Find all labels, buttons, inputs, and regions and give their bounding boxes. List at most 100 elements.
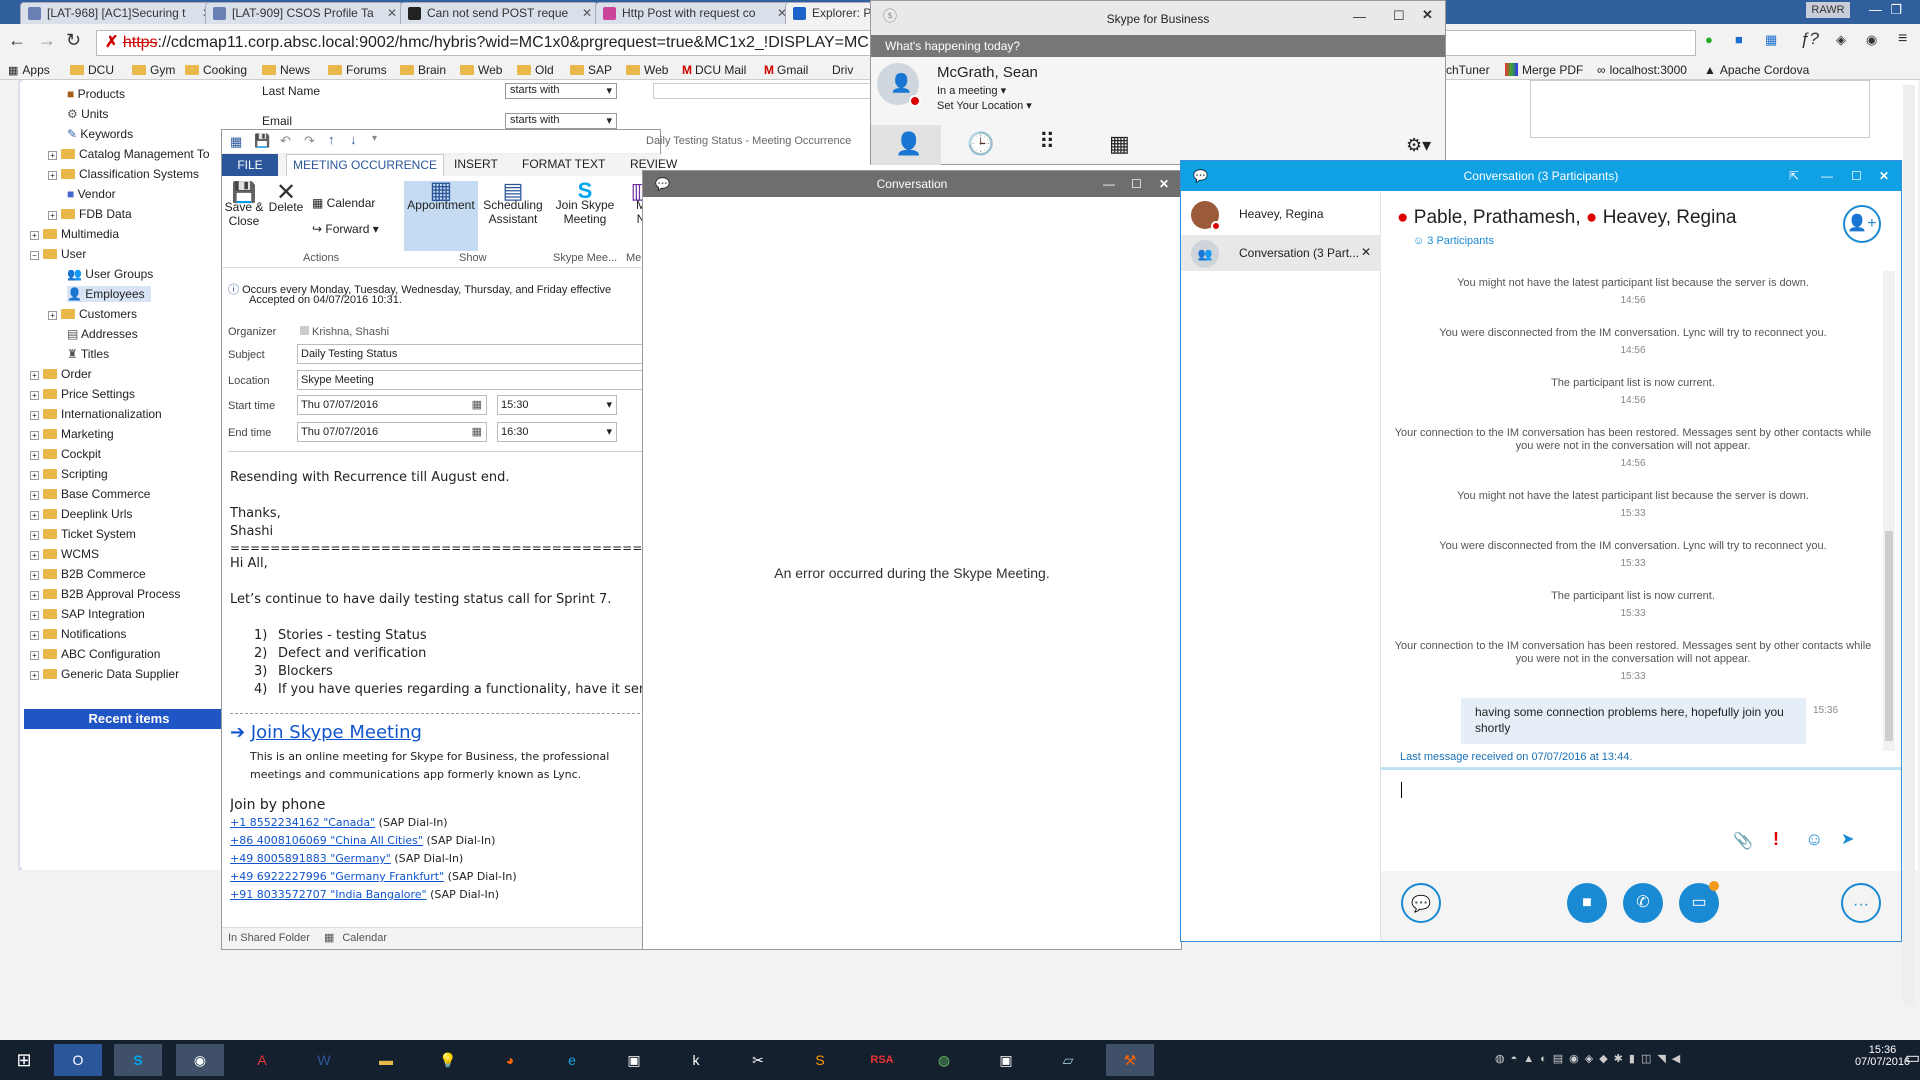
firefox-taskbar-icon[interactable]: ◕ <box>486 1044 534 1076</box>
expand-icon[interactable]: + <box>48 211 57 220</box>
redo-icon[interactable]: ↷ <box>304 133 315 149</box>
cmd-taskbar-icon[interactable]: ▣ <box>610 1044 658 1076</box>
meeting-body[interactable]: Resending with Recurrence till August en… <box>230 455 655 915</box>
bookmark-folder[interactable]: Old <box>517 62 554 78</box>
video-button[interactable]: ■ <box>1567 883 1607 923</box>
join-skype-meeting-button[interactable]: S Join Skype Meeting <box>552 180 618 227</box>
bookmark-folder[interactable]: SAP <box>570 62 612 78</box>
tree-item[interactable]: ▤ Addresses <box>67 326 138 342</box>
expand-icon[interactable]: + <box>30 411 39 420</box>
network-tool-taskbar-icon[interactable]: ◍ <box>920 1044 968 1076</box>
extension-icon[interactable]: ▦ <box>1765 32 1777 48</box>
forward-icon[interactable]: → <box>38 30 56 51</box>
whats-happening-input[interactable]: What's happening today? <box>871 35 1445 57</box>
end-time-field[interactable]: 16:30 ▾ <box>497 422 617 442</box>
tree-item[interactable]: + B2B Approval Process <box>30 586 180 602</box>
tree-item[interactable]: ✎ Keywords <box>67 126 133 142</box>
history-icon[interactable]: 🕒 <box>967 131 994 157</box>
bookmark-folder[interactable]: Forums <box>328 62 387 78</box>
browser-tab-active[interactable]: Explorer: Pro <box>785 2 875 24</box>
dropdown-arrow-icon[interactable]: ▾ <box>606 396 612 414</box>
appointment-button[interactable]: ▦ Appointment <box>404 179 478 251</box>
customize-icon[interactable]: ▾ <box>372 133 377 144</box>
expand-icon[interactable]: + <box>30 671 39 680</box>
send-icon[interactable]: ➤ <box>1841 829 1854 849</box>
end-date-field[interactable]: Thu 07/07/2016 ▦ <box>297 422 487 442</box>
expand-icon[interactable]: + <box>30 511 39 520</box>
start-date-field[interactable]: Thu 07/07/2016 ▦ <box>297 395 487 415</box>
close-icon[interactable]: ✕ <box>1879 161 1889 191</box>
tree-item[interactable]: ♜ Titles <box>67 346 109 362</box>
importance-icon[interactable]: ! <box>1773 829 1779 850</box>
tab-close-icon[interactable]: ✕ <box>582 3 592 23</box>
browser-tab[interactable]: [LAT-968] [AC1]Securing t✕ <box>20 2 218 24</box>
chrome-taskbar-icon[interactable]: ◉ <box>176 1044 224 1076</box>
bookmark-gmail[interactable]: M Gmail <box>764 62 808 78</box>
expand-icon[interactable]: + <box>48 151 57 160</box>
browser-minimize-icon[interactable]: — <box>1869 2 1882 17</box>
status-dropdown[interactable]: In a meeting ▾ <box>937 84 1006 97</box>
join-skype-meeting-link[interactable]: Join Skype Meeting <box>251 722 422 743</box>
extension-icon[interactable]: ◉ <box>1866 32 1877 48</box>
collapse-icon[interactable]: − <box>30 251 39 260</box>
tree-item[interactable]: + Generic Data Supplier <box>30 666 179 682</box>
bookmark-folder[interactable]: News <box>262 62 310 78</box>
clock[interactable]: 15:36 07/07/2016 <box>1855 1044 1910 1068</box>
tree-item[interactable]: + Classification Systems <box>48 166 199 182</box>
tree-item[interactable]: + Customers <box>48 306 137 322</box>
browser-tab[interactable]: Http Post with request co ✕ <box>595 2 793 24</box>
bookmark-merge-pdf[interactable]: Merge PDF <box>1505 62 1583 78</box>
tab-close-icon[interactable]: ✕ <box>387 3 397 23</box>
back-icon[interactable]: ← <box>8 30 26 51</box>
dropdown-arrow-icon[interactable]: ▾ <box>606 423 612 441</box>
tree-item[interactable]: + WCMS <box>30 546 99 562</box>
phone-link[interactable]: +49 6922227996 "Germany Frankfurt" <box>230 870 444 883</box>
up-arrow-icon[interactable]: ↑ <box>328 132 335 147</box>
close-icon[interactable]: ✕ <box>1159 171 1169 197</box>
maximize-icon[interactable]: ☐ <box>1393 8 1405 24</box>
browser-tab[interactable]: Can not send POST reque ✕ <box>400 2 598 24</box>
add-participant-button[interactable]: 👤+ <box>1843 205 1881 243</box>
last-name-input[interactable] <box>653 83 873 99</box>
conversation-list-item[interactable]: Heavey, Regina <box>1181 195 1381 231</box>
acrobat-taskbar-icon[interactable]: A <box>238 1044 286 1076</box>
tree-item[interactable]: − User <box>30 246 86 262</box>
tree-item[interactable]: + Price Settings <box>30 386 135 402</box>
tree-item[interactable]: + SAP Integration <box>30 606 145 622</box>
expand-icon[interactable]: + <box>30 431 39 440</box>
maximize-icon[interactable]: ☐ <box>1131 171 1142 197</box>
expand-icon[interactable]: + <box>30 471 39 480</box>
tree-item[interactable]: 👥 User Groups <box>67 266 153 282</box>
expand-icon[interactable]: + <box>30 451 39 460</box>
expand-icon[interactable]: + <box>30 231 39 240</box>
extension-icon[interactable]: ◈ <box>1836 32 1846 48</box>
message-input[interactable] <box>1381 770 1901 870</box>
tree-item[interactable]: ■ Vendor <box>67 186 116 202</box>
lightbulb-taskbar-icon[interactable]: 💡 <box>424 1044 472 1076</box>
extension-icon[interactable]: ■ <box>1735 32 1743 47</box>
kindle-taskbar-icon[interactable]: k <box>672 1044 720 1076</box>
save-icon[interactable]: 💾 <box>254 133 270 149</box>
maximize-icon[interactable]: ☐ <box>1851 161 1862 191</box>
minimize-icon[interactable]: — <box>1353 9 1366 24</box>
expand-icon[interactable]: + <box>30 631 39 640</box>
tree-item[interactable]: + Cockpit <box>30 446 101 462</box>
attach-icon[interactable]: 📎 <box>1733 831 1753 851</box>
forward-button[interactable]: ↪ Forward ▾ <box>312 222 379 236</box>
expand-icon[interactable]: + <box>30 551 39 560</box>
browser-tab[interactable]: [LAT-909] CSOS Profile Ta ✕ <box>205 2 403 24</box>
save-close-button[interactable]: 💾 Save & Close <box>224 183 264 228</box>
recent-items-header[interactable]: Recent items <box>24 709 234 729</box>
phone-link[interactable]: +91 8033572707 "India Bangalore" <box>230 888 427 901</box>
bookmark-folder[interactable]: Web <box>626 62 668 78</box>
expand-icon[interactable]: + <box>30 371 39 380</box>
profile-badge[interactable]: RAWR <box>1806 2 1850 18</box>
tree-item[interactable]: + Internationalization <box>30 406 162 422</box>
tree-item[interactable]: + Scripting <box>30 466 108 482</box>
expand-icon[interactable]: + <box>30 391 39 400</box>
tree-item[interactable]: ■ Products <box>67 86 125 102</box>
start-time-field[interactable]: 15:30 ▾ <box>497 395 617 415</box>
expand-icon[interactable]: + <box>30 611 39 620</box>
tab-insert[interactable]: INSERT <box>454 157 498 171</box>
tree-item[interactable]: + B2B Commerce <box>30 566 146 582</box>
